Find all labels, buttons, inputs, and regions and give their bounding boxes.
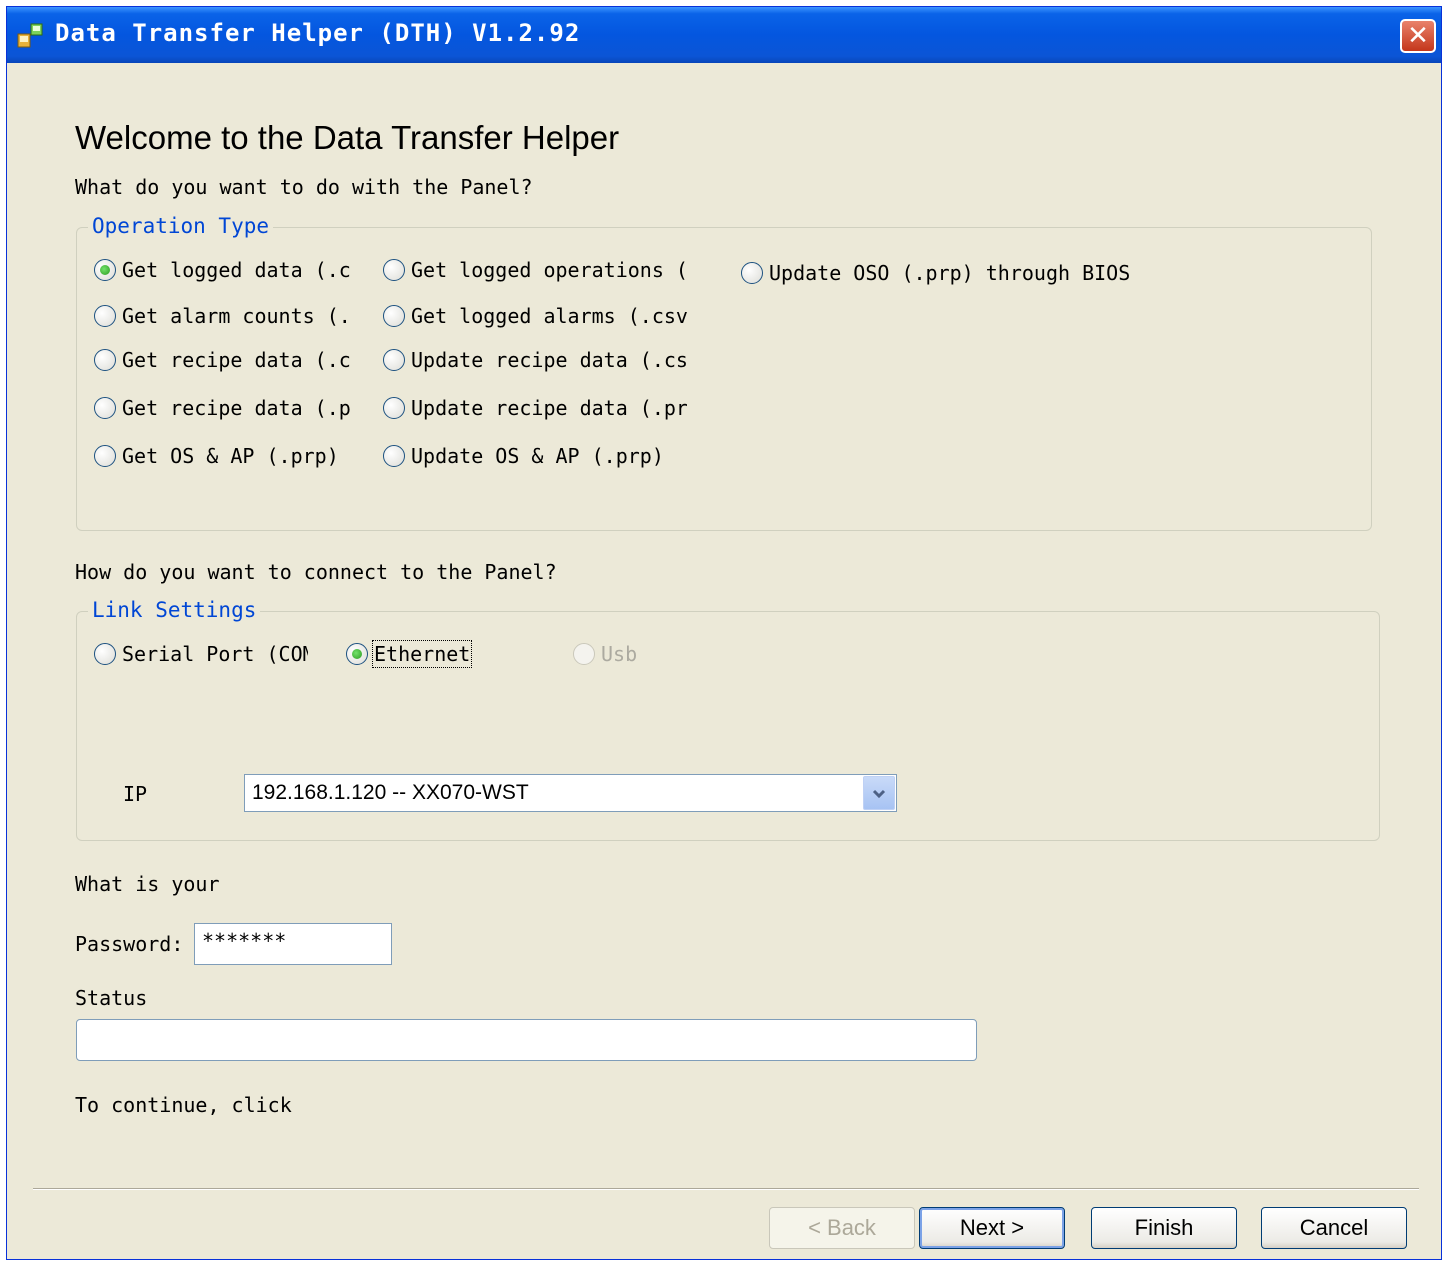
radio-label: Get logged alarms (.csv: [411, 304, 687, 328]
finish-button[interactable]: Finish: [1091, 1207, 1237, 1249]
radio-usb[interactable]: Usb: [573, 642, 637, 666]
radio-label: Usb: [601, 642, 638, 666]
radio-label: Get OS & AP (.prp): [122, 444, 339, 468]
page-title: Welcome to the Data Transfer Helper: [75, 119, 620, 156]
radio-update-recipe-data-prp[interactable]: Update recipe data (.pr: [383, 396, 687, 420]
chevron-down-icon[interactable]: [863, 776, 895, 810]
radio-indicator[interactable]: [383, 305, 405, 327]
radio-indicator[interactable]: [573, 643, 595, 665]
ip-label: IP: [123, 782, 148, 806]
radio-get-logged-alarms[interactable]: Get logged alarms (.csv: [383, 304, 687, 328]
status-label: Status: [75, 986, 148, 1010]
ip-select-value: 192.168.1.120 -- XX070-WST: [252, 781, 529, 804]
radio-indicator[interactable]: [94, 259, 116, 281]
window-title: Data Transfer Helper (DTH) V1.2.92: [55, 19, 581, 47]
radio-label: Serial Port (COM: [122, 642, 308, 666]
radio-indicator[interactable]: [94, 305, 116, 327]
title-bar[interactable]: Data Transfer Helper (DTH) V1.2.92 ✕: [7, 7, 1441, 63]
radio-indicator[interactable]: [94, 643, 116, 665]
close-icon: ✕: [1407, 21, 1429, 51]
radio-indicator[interactable]: [741, 262, 763, 284]
radio-indicator[interactable]: [383, 397, 405, 419]
back-button[interactable]: < Back: [769, 1207, 915, 1249]
radio-indicator[interactable]: [94, 349, 116, 371]
link-settings-legend: Link Settings: [88, 598, 261, 622]
cancel-button[interactable]: Cancel: [1261, 1207, 1407, 1249]
radio-update-recipe-data-csv[interactable]: Update recipe data (.cs: [383, 348, 687, 372]
radio-serial-port[interactable]: Serial Port (COM: [94, 642, 308, 666]
password-input[interactable]: *******: [194, 923, 392, 965]
continue-text: To continue, click: [75, 1093, 292, 1117]
radio-update-os-ap[interactable]: Update OS & AP (.prp): [383, 444, 664, 468]
radio-indicator[interactable]: [94, 397, 116, 419]
radio-get-alarm-counts[interactable]: Get alarm counts (.: [94, 304, 354, 328]
radio-update-oso-bios[interactable]: Update OSO (.prp) through BIOS: [741, 261, 1130, 285]
radio-get-logged-operations[interactable]: Get logged operations (: [383, 258, 687, 282]
radio-label: Update OSO (.prp) through BIOS: [769, 261, 1131, 285]
radio-label: Update recipe data (.pr: [411, 396, 687, 420]
password-value: *******: [202, 929, 287, 953]
radio-indicator[interactable]: [346, 643, 368, 665]
radio-get-os-ap[interactable]: Get OS & AP (.prp): [94, 444, 339, 468]
status-field: [76, 1019, 977, 1061]
separator: [33, 1188, 1419, 1190]
app-icon: [17, 23, 43, 48]
radio-ethernet[interactable]: Ethernet: [346, 640, 473, 668]
radio-get-recipe-data-prp[interactable]: Get recipe data (.p: [94, 396, 354, 420]
radio-get-recipe-data-csv[interactable]: Get recipe data (.c: [94, 348, 354, 372]
operation-question: What do you want to do with the Panel?: [75, 175, 533, 199]
radio-indicator[interactable]: [94, 445, 116, 467]
dialog-window: Data Transfer Helper (DTH) V1.2.92 ✕ Wel…: [6, 6, 1442, 1260]
radio-indicator[interactable]: [383, 259, 405, 281]
radio-label: Get logged data (.c: [122, 258, 351, 282]
radio-label: Get recipe data (.c: [122, 348, 351, 372]
radio-indicator[interactable]: [383, 445, 405, 467]
radio-label: Get recipe data (.p: [122, 396, 351, 420]
password-label: Password:: [75, 932, 184, 956]
radio-label: Get logged operations (: [411, 258, 687, 282]
connect-question: How do you want to connect to the Panel?: [75, 560, 557, 584]
ip-select[interactable]: 192.168.1.120 -- XX070-WST: [244, 774, 897, 812]
radio-label: Get alarm counts (.: [122, 304, 351, 328]
password-question: What is your: [75, 872, 220, 896]
radio-label: Ethernet: [371, 640, 473, 668]
radio-get-logged-data[interactable]: Get logged data (.c: [94, 258, 354, 282]
radio-indicator[interactable]: [383, 349, 405, 371]
radio-label: Update OS & AP (.prp): [411, 444, 664, 468]
close-button[interactable]: ✕: [1400, 19, 1436, 53]
operation-type-legend: Operation Type: [88, 214, 274, 238]
next-button[interactable]: Next >: [919, 1207, 1065, 1249]
radio-label: Update recipe data (.cs: [411, 348, 687, 372]
